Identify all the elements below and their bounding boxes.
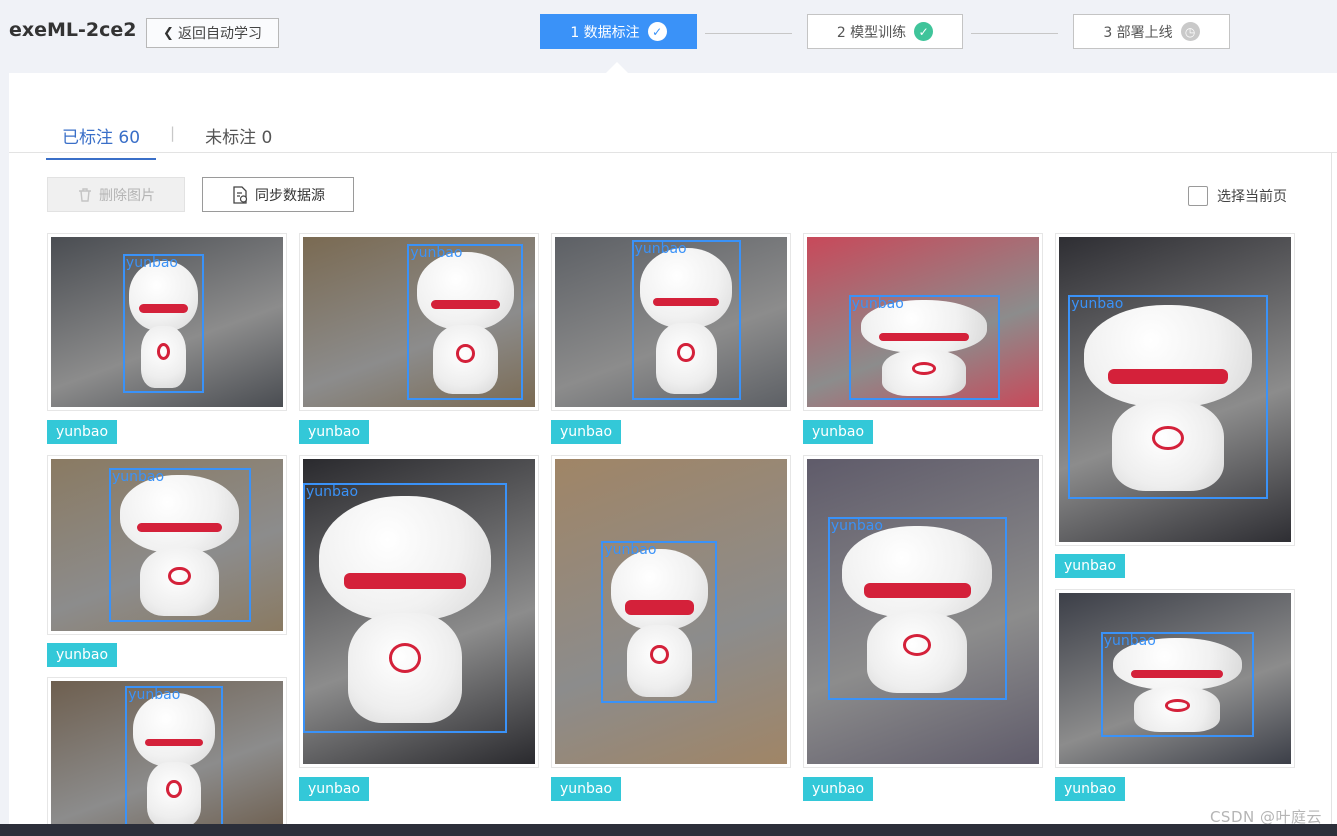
image-thumbnail[interactable]: yunbao xyxy=(47,233,287,411)
sync-document-icon xyxy=(233,185,248,204)
annotation-box-label: yunbao xyxy=(125,255,178,271)
check-icon: ✓ xyxy=(914,22,934,41)
clock-icon: ◷ xyxy=(1180,22,1200,41)
annotation-box: yunbao xyxy=(407,243,524,401)
image-thumbnail[interactable]: yunbao xyxy=(551,233,791,411)
delete-images-button[interactable]: 删除图片 xyxy=(47,177,185,212)
annotation-box-label: yunbao xyxy=(128,686,181,703)
photo: yunbao xyxy=(303,237,535,407)
content-frame-border xyxy=(1331,153,1332,836)
check-icon: ✓ xyxy=(647,22,667,41)
label-tag: yunbao xyxy=(803,777,873,801)
select-page-checkbox[interactable] xyxy=(1188,186,1208,206)
label-tag: yunbao xyxy=(299,777,369,801)
select-current-page[interactable]: 选择当前页 xyxy=(1188,186,1287,206)
step-label: 3 部署上线 xyxy=(1103,24,1173,41)
label-tag: yunbao xyxy=(551,420,621,444)
os-taskbar xyxy=(0,824,1337,836)
image-thumbnail[interactable]: yunbao xyxy=(1055,233,1295,546)
image-thumbnail[interactable]: yunbao xyxy=(299,233,539,411)
annotation-box-label: yunbao xyxy=(634,241,687,258)
annotation-box-label: yunbao xyxy=(1071,295,1124,312)
label-tag: yunbao xyxy=(1055,777,1125,801)
tab-labeled[interactable]: 已标注 60 xyxy=(46,115,157,160)
image-thumbnail[interactable]: yunbao xyxy=(1055,589,1295,768)
label-tag: yunbao xyxy=(299,420,369,444)
step-data-labeling[interactable]: 1 数据标注 ✓ xyxy=(540,14,697,49)
label-tag: yunbao xyxy=(803,420,873,444)
step-label: 1 数据标注 xyxy=(570,24,640,41)
photo: yunbao xyxy=(1059,593,1291,764)
image-thumbnail[interactable]: yunbao xyxy=(299,455,539,768)
photo: yunbao xyxy=(807,237,1039,407)
photo: yunbao xyxy=(51,681,283,833)
photo: yunbao xyxy=(807,459,1039,764)
label-tag: yunbao xyxy=(551,777,621,801)
annotation-box: yunbao xyxy=(122,254,205,394)
annotation-box: yunbao xyxy=(848,294,1000,401)
annotation-box-label: yunbao xyxy=(604,542,657,559)
photo: yunbao xyxy=(555,237,787,407)
step-deploy[interactable]: 3 部署上线 ◷ xyxy=(1073,14,1230,49)
workflow-steps: 1 数据标注 ✓ 2 模型训练 ✓ 3 部署上线 ◷ xyxy=(0,14,1337,50)
image-thumbnail[interactable]: yunbao xyxy=(551,455,791,768)
annotation-box: yunbao xyxy=(303,483,508,734)
annotation-box-label: yunbao xyxy=(306,484,359,501)
annotation-box: yunbao xyxy=(1068,294,1268,500)
label-tag: yunbao xyxy=(47,420,117,444)
photo: yunbao xyxy=(303,459,535,764)
image-thumbnail[interactable]: yunbao xyxy=(47,677,287,836)
active-step-pointer xyxy=(606,62,628,73)
annotation-box-label: yunbao xyxy=(1103,633,1156,650)
tab-divider: | xyxy=(170,124,176,142)
label-tag: yunbao xyxy=(1055,554,1125,578)
annotation-box: yunbao xyxy=(1100,632,1254,737)
annotation-box-label: yunbao xyxy=(851,295,904,312)
step-label: 2 模型训练 xyxy=(836,24,907,41)
image-thumbnail[interactable]: yunbao xyxy=(47,455,287,635)
step-model-training[interactable]: 2 模型训练 ✓ xyxy=(807,14,963,49)
annotation-box: yunbao xyxy=(109,467,251,623)
photo: yunbao xyxy=(1059,237,1291,542)
photo: yunbao xyxy=(51,459,283,631)
photo: yunbao xyxy=(555,459,787,764)
tabs-divider xyxy=(9,152,1337,153)
annotation-box: yunbao xyxy=(125,685,223,833)
label-status-tabs: 已标注 60 | 未标注 0 xyxy=(46,115,288,160)
sync-datasource-button[interactable]: 同步数据源 xyxy=(202,177,354,212)
select-page-label: 选择当前页 xyxy=(1217,189,1287,205)
photo: yunbao xyxy=(51,237,283,407)
annotation-box-label: yunbao xyxy=(112,468,165,485)
annotation-box: yunbao xyxy=(827,516,1007,700)
step-connector xyxy=(705,33,792,34)
sync-datasource-label: 同步数据源 xyxy=(255,187,325,204)
delete-images-label: 删除图片 xyxy=(99,187,155,204)
annotation-box-label: yunbao xyxy=(410,244,463,261)
step-connector xyxy=(971,33,1058,34)
annotation-box: yunbao xyxy=(601,541,718,703)
image-thumbnail[interactable]: yunbao xyxy=(803,455,1043,768)
trash-icon xyxy=(79,187,91,202)
annotation-box: yunbao xyxy=(631,240,741,401)
label-tag: yunbao xyxy=(47,643,117,667)
image-thumbnail[interactable]: yunbao xyxy=(803,233,1043,411)
annotation-box-label: yunbao xyxy=(830,517,883,534)
